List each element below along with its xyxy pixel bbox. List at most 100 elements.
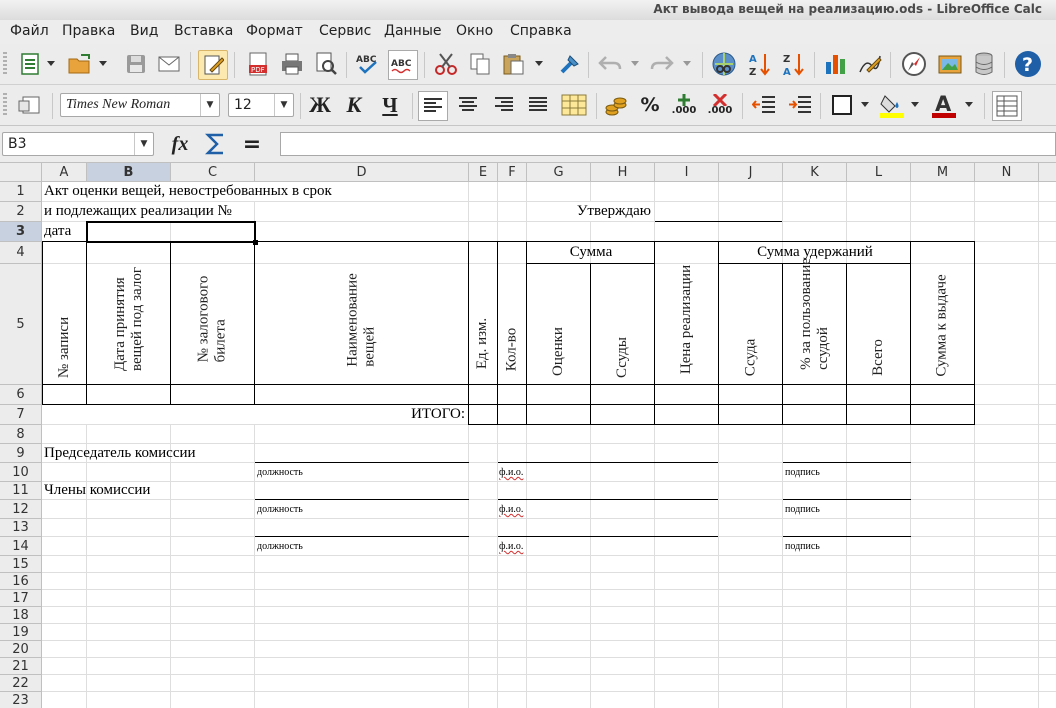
row-header-7[interactable]: 7 bbox=[0, 405, 42, 425]
draw-functions-icon[interactable] bbox=[856, 50, 884, 78]
new-document-icon[interactable] bbox=[16, 50, 44, 78]
font-name-combo[interactable]: Times New Roman ▼ bbox=[60, 93, 220, 117]
help-icon[interactable]: ? bbox=[1014, 50, 1042, 78]
label-position[interactable]: должность bbox=[257, 467, 303, 478]
spreadsheet-grid[interactable]: A B C D E F G H I J K L M N 1 2 3 4 5 6 … bbox=[0, 163, 1056, 708]
label-signature[interactable]: подпись bbox=[785, 504, 820, 515]
redo-icon[interactable] bbox=[648, 50, 676, 78]
grid-lines-icon[interactable] bbox=[992, 91, 1022, 121]
italic-button[interactable]: К bbox=[340, 91, 368, 119]
label-position[interactable]: должность bbox=[257, 541, 303, 552]
column-header-h[interactable]: H bbox=[591, 163, 655, 182]
currency-format-icon[interactable] bbox=[602, 91, 630, 119]
row-header-5[interactable]: 5 bbox=[0, 264, 42, 385]
header-quantity[interactable]: Кол-во bbox=[498, 242, 526, 384]
align-left-icon[interactable] bbox=[418, 91, 448, 121]
column-header-c[interactable]: C bbox=[171, 163, 255, 182]
justify-icon[interactable] bbox=[524, 91, 552, 119]
open-folder-icon[interactable] bbox=[66, 50, 94, 78]
column-header-e[interactable]: E bbox=[469, 163, 498, 182]
redo-dropdown-icon[interactable] bbox=[680, 50, 694, 78]
header-withhold-total[interactable]: Всего bbox=[847, 264, 910, 384]
row-header-8[interactable]: 8 bbox=[0, 425, 42, 444]
header-loan[interactable]: Ссуды bbox=[591, 264, 654, 384]
copy-icon[interactable] bbox=[466, 50, 494, 78]
label-fio[interactable]: ф.и.о. bbox=[499, 504, 523, 515]
menu-view[interactable]: Вид bbox=[130, 23, 158, 39]
column-header-d[interactable]: D bbox=[255, 163, 469, 182]
column-header-k[interactable]: K bbox=[783, 163, 847, 182]
sum-icon[interactable] bbox=[202, 130, 230, 158]
font-size-dropdown-icon[interactable]: ▼ bbox=[274, 94, 293, 116]
active-cell-cursor[interactable] bbox=[86, 221, 256, 243]
row-header-2[interactable]: 2 bbox=[0, 202, 42, 222]
align-center-icon[interactable] bbox=[454, 91, 482, 119]
delete-decimal-icon[interactable]: .000 bbox=[706, 91, 734, 119]
background-color-icon[interactable] bbox=[878, 91, 906, 119]
row-header-13[interactable]: 13 bbox=[0, 519, 42, 537]
undo-icon[interactable] bbox=[596, 50, 624, 78]
data-sources-icon[interactable] bbox=[970, 50, 998, 78]
column-header-i[interactable]: I bbox=[655, 163, 719, 182]
background-color-dropdown-icon[interactable] bbox=[908, 91, 922, 119]
email-icon[interactable] bbox=[156, 50, 184, 78]
label-fio[interactable]: ф.и.о. bbox=[499, 541, 523, 552]
column-header-l[interactable]: L bbox=[847, 163, 911, 182]
cell-a1[interactable]: Акт оценки вещей, невостребованных в сро… bbox=[44, 183, 332, 200]
borders-icon[interactable] bbox=[828, 91, 856, 119]
gallery-icon[interactable] bbox=[936, 50, 964, 78]
add-decimal-icon[interactable]: .000 bbox=[670, 91, 698, 119]
row-header-11[interactable]: 11 bbox=[0, 482, 42, 500]
clone-formatting-icon[interactable] bbox=[556, 50, 584, 78]
percent-format-button[interactable]: % bbox=[636, 91, 664, 119]
formula-input[interactable] bbox=[280, 132, 1056, 156]
row-header-19[interactable]: 19 bbox=[0, 624, 42, 641]
styles-icon[interactable] bbox=[16, 91, 44, 119]
header-ticket-no[interactable]: № залогового билета bbox=[171, 242, 254, 384]
formula-button[interactable]: = bbox=[238, 130, 266, 158]
menu-format[interactable]: Формат bbox=[246, 23, 303, 39]
edit-mode-icon[interactable] bbox=[198, 50, 228, 80]
cell-chairman[interactable]: Председатель комиссии bbox=[44, 445, 196, 462]
menu-help[interactable]: Справка bbox=[510, 23, 572, 39]
label-signature[interactable]: подпись bbox=[785, 467, 820, 478]
name-box-dropdown-icon[interactable]: ▼ bbox=[134, 133, 153, 155]
cell-members[interactable]: Члены комиссии bbox=[44, 482, 150, 499]
header-evaluation[interactable]: Оценки bbox=[527, 264, 590, 384]
menu-data[interactable]: Данные bbox=[384, 23, 442, 39]
label-fio[interactable]: ф.и.о. bbox=[499, 467, 523, 478]
paste-dropdown-icon[interactable] bbox=[532, 50, 546, 78]
font-size-combo[interactable]: 12 ▼ bbox=[228, 93, 294, 117]
label-signature[interactable]: подпись bbox=[785, 541, 820, 552]
menu-edit[interactable]: Правка bbox=[62, 23, 115, 39]
name-box[interactable]: B3 ▼ bbox=[2, 132, 154, 156]
header-withhold-percent[interactable]: % за пользование ссудой bbox=[783, 258, 846, 384]
row-header-14[interactable]: 14 bbox=[0, 537, 42, 556]
spellcheck-icon[interactable]: ABC bbox=[354, 50, 382, 78]
row-header-16[interactable]: 16 bbox=[0, 573, 42, 590]
header-sum[interactable]: Сумма bbox=[527, 244, 655, 261]
column-header-m[interactable]: M bbox=[911, 163, 975, 182]
header-record-no[interactable]: № записи bbox=[43, 242, 86, 384]
row-header-23[interactable]: 23 bbox=[0, 692, 42, 708]
print-icon[interactable] bbox=[278, 50, 306, 78]
row-header-1[interactable]: 1 bbox=[0, 182, 42, 202]
toolbar-grip[interactable] bbox=[3, 93, 7, 117]
row-header-3[interactable]: 3 bbox=[0, 222, 42, 242]
menu-insert[interactable]: Вставка bbox=[174, 23, 233, 39]
header-item-name[interactable]: Наименование вещей bbox=[255, 242, 468, 384]
font-color-dropdown-icon[interactable] bbox=[962, 91, 976, 119]
row-header-6[interactable]: 6 bbox=[0, 385, 42, 405]
bold-button[interactable]: Ж bbox=[306, 91, 334, 119]
insert-chart-icon[interactable] bbox=[822, 50, 850, 78]
menu-tools[interactable]: Сервис bbox=[319, 23, 371, 39]
undo-dropdown-icon[interactable] bbox=[628, 50, 642, 78]
header-date-pledged[interactable]: Дата принятия вещей под залог bbox=[87, 242, 170, 384]
fill-handle[interactable] bbox=[253, 240, 258, 245]
column-header-j[interactable]: J bbox=[719, 163, 783, 182]
cell-a2[interactable]: и подлежащих реализации № bbox=[44, 203, 232, 220]
cell-approve[interactable]: Утверждаю bbox=[527, 203, 651, 220]
column-header-a[interactable]: A bbox=[42, 163, 87, 182]
new-dropdown-icon[interactable] bbox=[44, 50, 58, 78]
row-header-12[interactable]: 12 bbox=[0, 500, 42, 519]
